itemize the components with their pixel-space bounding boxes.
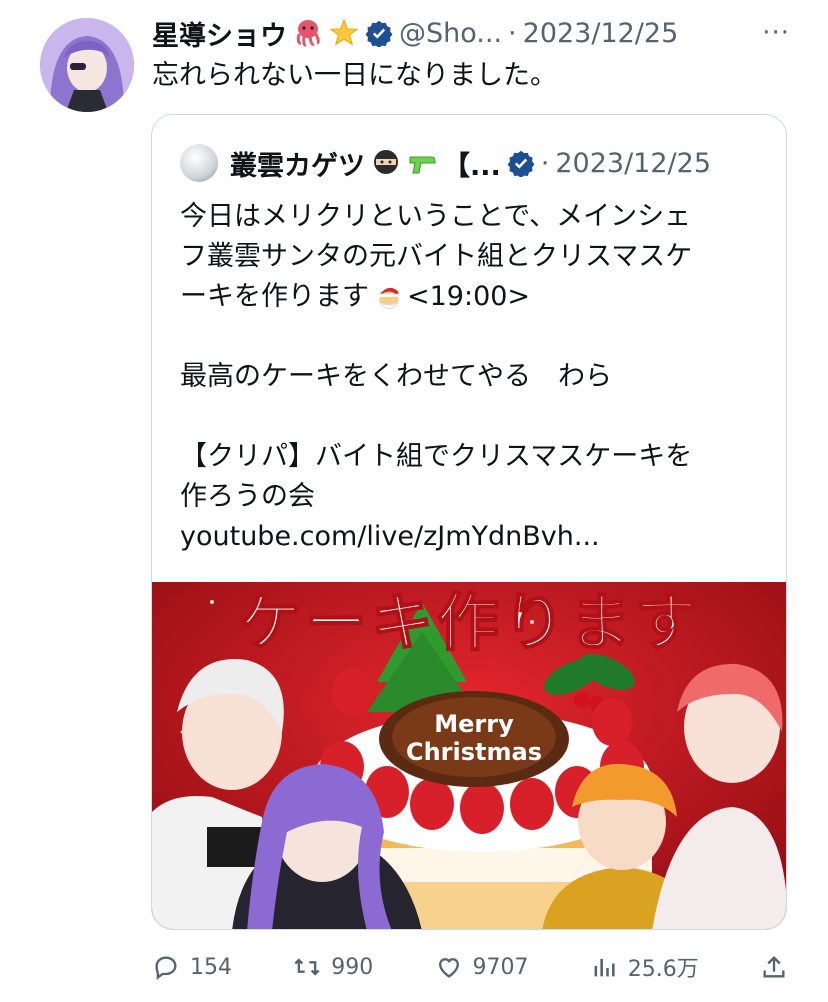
quote-author-avatar[interactable]: [180, 144, 218, 182]
share-button[interactable]: [760, 953, 788, 981]
quoted-tweet-card[interactable]: 叢雲カゲツ 【... · 2023/12/25 今日はメリクリということで、メイ…: [151, 114, 787, 930]
share-icon: [763, 956, 785, 978]
reply-icon: [155, 956, 177, 980]
quote-author-name[interactable]: 叢雲カゲツ: [230, 144, 365, 183]
star-icon: [329, 18, 359, 48]
water-pistol-icon: [407, 148, 437, 178]
views-button[interactable]: 25.6万: [590, 951, 699, 983]
tweet-header: 星導ショウ @Sho... · 2023/12/25: [152, 12, 788, 54]
author-handle[interactable]: @Sho...: [399, 18, 502, 49]
quote-line: フ叢雲サンタの元バイト組とクリスマスケ: [180, 241, 693, 272]
tweet-text: 忘れられない一日になりました。: [152, 60, 557, 91]
quote-line: 作ろうの会: [180, 481, 315, 512]
quote-header: 叢雲カゲツ 【... · 2023/12/25: [180, 143, 711, 183]
reply-button[interactable]: 154: [152, 953, 232, 981]
plate-text-christmas: Christmas: [406, 738, 542, 766]
banner-text: ケーキ作ります: [239, 586, 701, 659]
separator-dot: ·: [508, 17, 517, 49]
retweet-icon: [294, 958, 320, 976]
octopus-icon: [293, 18, 323, 48]
quote-line-text: ーキを作ります: [180, 281, 369, 312]
view-count: 25.6万: [627, 957, 699, 982]
like-button[interactable]: 9707: [435, 953, 529, 981]
quote-line: ーキを作ります <19:00>: [180, 277, 770, 317]
quote-date[interactable]: 2023/12/25: [555, 148, 711, 179]
quote-text: 今日はメリクリということで、メインシェ フ叢雲サンタの元バイト組とクリスマスケ …: [180, 197, 770, 557]
separator-dot: ·: [540, 147, 550, 179]
heart-icon: [438, 958, 459, 978]
quote-line: 【クリパ】バイト組でクリスマスケーキを: [180, 441, 693, 472]
retweet-button[interactable]: 990: [293, 953, 373, 981]
reply-count: 154: [190, 954, 232, 980]
quote-line-time: <19:00>: [407, 281, 531, 312]
verified-badge-icon: [365, 19, 393, 48]
retweet-count: 990: [331, 954, 374, 980]
action-bar: 154 990 9707 25.6万: [152, 945, 788, 989]
verified-badge-icon: [507, 149, 535, 178]
quote-line: 今日はメリクリということで、メインシェ: [180, 201, 692, 232]
plate-text-merry: Merry: [434, 710, 514, 738]
ninja-icon: [371, 148, 401, 178]
quote-link[interactable]: youtube.com/live/zJmYdnBvh...: [180, 517, 770, 557]
tweet-date[interactable]: 2023/12/25: [523, 18, 679, 49]
like-count: 9707: [472, 954, 529, 980]
author-name[interactable]: 星導ショウ: [152, 14, 287, 53]
quote-media-image[interactable]: Merry Christmas ケーキ作ります: [152, 582, 786, 929]
author-avatar[interactable]: [40, 18, 134, 112]
quote-name-suffix: 【...: [443, 150, 501, 182]
santa-icon: [373, 282, 404, 312]
views-icon: [594, 958, 615, 977]
quote-line: 最高のケーキをくわせてやる わら: [180, 361, 612, 392]
more-options-icon[interactable]: ···: [762, 18, 790, 48]
